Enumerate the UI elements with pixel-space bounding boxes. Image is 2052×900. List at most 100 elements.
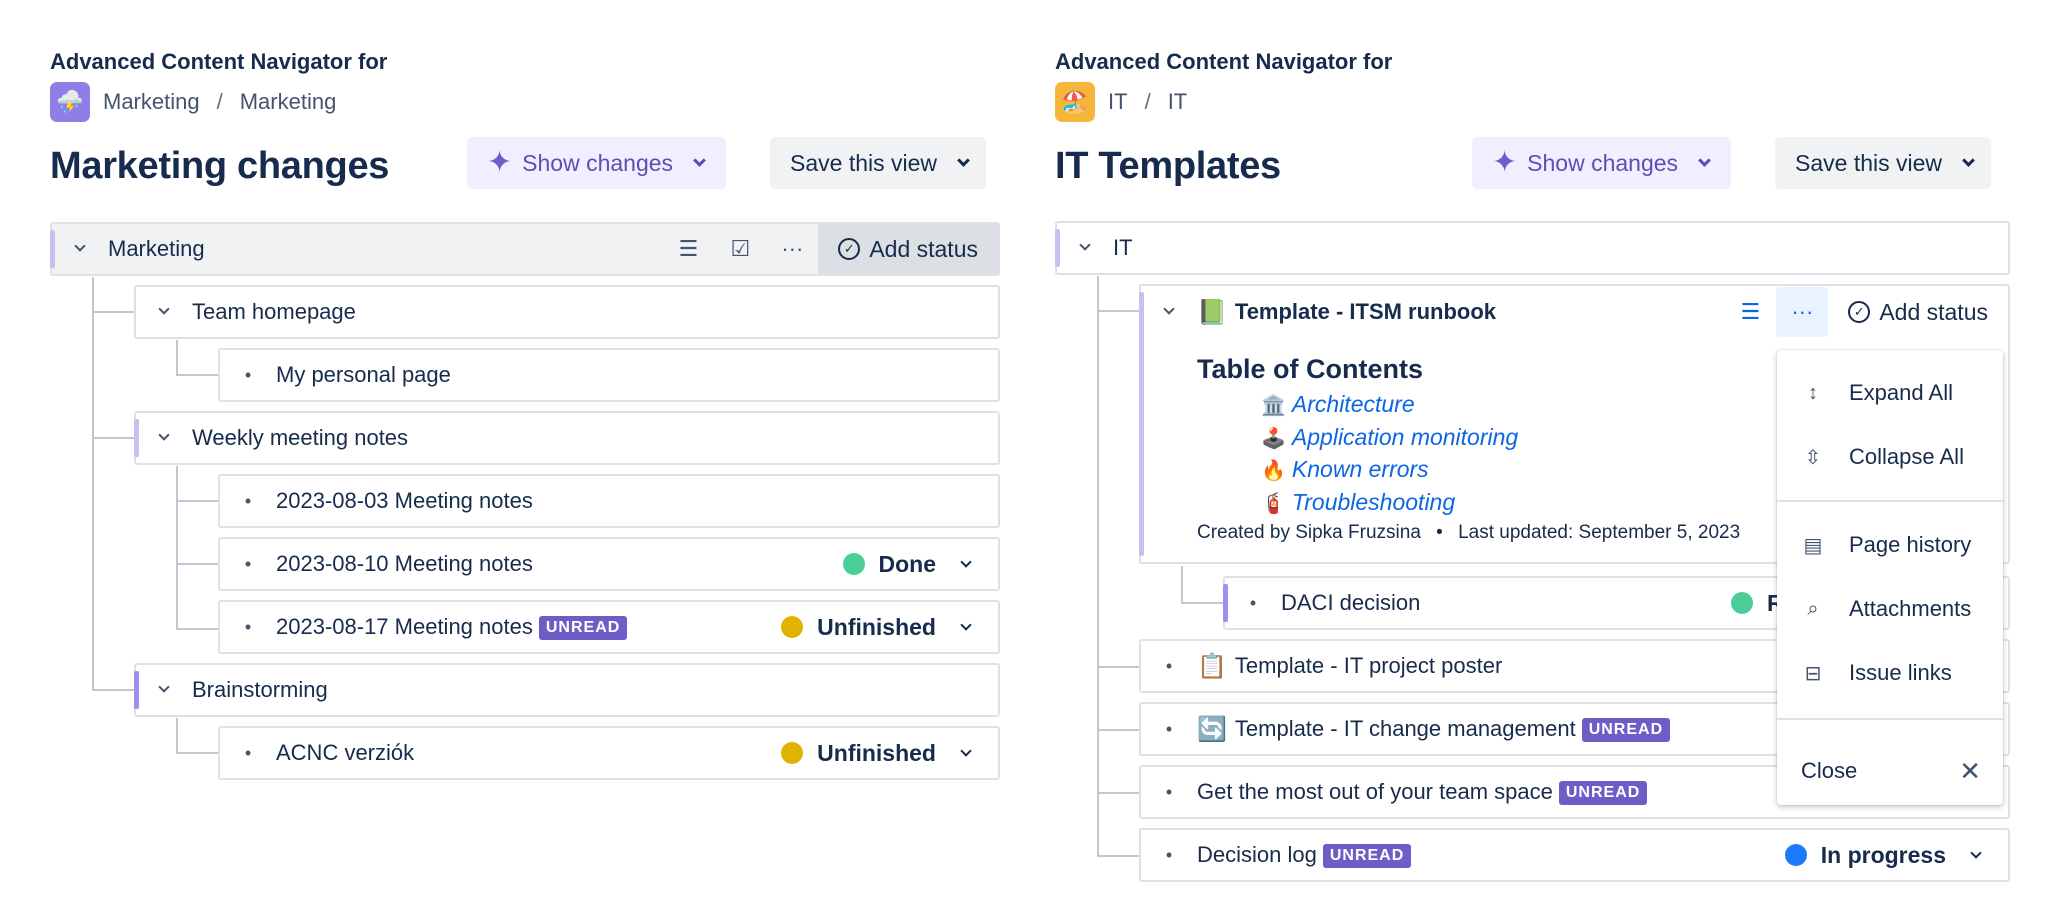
close-label: Close — [1801, 758, 1858, 783]
expand-all-icon: ↕ — [1808, 381, 1818, 404]
row-label[interactable]: Marketing — [108, 236, 205, 262]
add-status-label: Add status — [1879, 298, 1988, 325]
row-toolbar: ☰ ··· ✓ Add status — [1724, 286, 2008, 338]
breadcrumb-page[interactable]: Marketing — [240, 89, 337, 115]
add-status-button[interactable]: ✓ Add status — [1828, 287, 2008, 337]
save-view-button[interactable]: Save this view — [770, 137, 987, 189]
row-label[interactable]: Brainstorming — [192, 677, 328, 703]
more-icon[interactable]: ··· — [766, 224, 818, 274]
joystick-icon: 🕹️ — [1261, 428, 1286, 450]
status-dropdown[interactable]: R — [1731, 590, 1784, 617]
menu-divider — [1777, 718, 2003, 720]
menu-close-button[interactable]: Close ✕ — [1777, 744, 2003, 798]
status-label: Unfinished — [817, 613, 936, 640]
bullet-icon: • — [1165, 655, 1173, 676]
toc-link[interactable]: 🔥 Known errors — [1261, 456, 1429, 483]
row-label[interactable]: Decision log UNREAD — [1197, 842, 1412, 868]
tree-row[interactable]: • My personal page — [218, 348, 1000, 402]
row-label[interactable]: Team homepage — [192, 299, 356, 325]
breadcrumb-space[interactable]: Marketing — [103, 89, 200, 115]
status-dot — [1784, 844, 1807, 866]
attachment-icon: ⌕ — [1807, 597, 1819, 620]
row-label[interactable]: DACI decision — [1281, 590, 1420, 616]
show-changes-button[interactable]: ✦ Show changes — [467, 137, 727, 189]
expanded-row-header[interactable]: 📗 Template - ITSM runbook — [1141, 286, 1496, 338]
bullet-icon: • — [1249, 592, 1257, 613]
checkbox-icon[interactable]: ☑ — [714, 224, 766, 274]
tree-line — [176, 628, 218, 630]
list-icon[interactable]: ☰ — [662, 224, 714, 274]
status-dropdown[interactable]: In progress — [1784, 842, 1982, 869]
tree-line — [176, 563, 218, 565]
green-book-icon: 📗 — [1197, 298, 1227, 326]
check-circle-icon: ✓ — [838, 238, 861, 260]
chevron-down-icon — [1962, 153, 1975, 167]
row-label[interactable]: 2023-08-10 Meeting notes — [276, 551, 533, 577]
toc-link-label: Architecture — [1291, 391, 1415, 417]
status-dropdown[interactable]: Done — [842, 551, 972, 578]
status-dropdown[interactable]: Unfinished — [781, 740, 972, 767]
row-label[interactable]: ACNC verziók — [276, 740, 414, 766]
tree-root-marketing[interactable]: Marketing ☰ ☑ ··· ✓ Add status — [50, 222, 1000, 276]
show-changes-button[interactable]: ✦ Show changes — [1472, 137, 1732, 189]
toc-title: Table of Contents — [1197, 354, 1423, 384]
unread-badge: UNREAD — [1558, 781, 1648, 805]
bullet-icon: • — [244, 364, 252, 385]
menu-item-issue-links[interactable]: ⊟ Issue links — [1777, 646, 2003, 700]
save-view-label: Save this view — [790, 149, 938, 176]
page-meta: Created by Sipka Fruzsina • Last updated… — [1197, 522, 1740, 544]
space-icon[interactable]: ⛈️ — [50, 82, 90, 122]
tree-row[interactable]: • 2023-08-17 Meeting notes UNREAD Unfinis… — [218, 600, 1000, 654]
row-label[interactable]: 2023-08-03 Meeting notes — [276, 488, 533, 514]
save-view-button[interactable]: Save this view — [1775, 137, 1992, 189]
page-title: IT Templates — [1055, 145, 1281, 187]
row-label[interactable]: Weekly meeting notes — [192, 425, 408, 451]
tree-row[interactable]: Team homepage — [134, 285, 1000, 339]
breadcrumb: 🏖️ IT / IT — [1055, 82, 1187, 122]
tree-root-it[interactable]: IT — [1055, 221, 2010, 275]
row-label[interactable]: IT — [1113, 235, 1133, 261]
chevron-down-icon[interactable] — [136, 429, 192, 441]
status-dropdown[interactable]: Unfinished — [781, 613, 972, 641]
list-icon[interactable]: ☰ — [1724, 287, 1776, 337]
tree-row[interactable]: Weekly meeting notes — [134, 411, 1000, 465]
navigator-title: Advanced Content Navigator for — [1055, 49, 1393, 74]
toc-link[interactable]: 🧯 Troubleshooting — [1261, 489, 1455, 516]
tree-line — [92, 689, 134, 691]
close-icon[interactable]: ✕ — [1959, 756, 1981, 787]
toc-link-label: Troubleshooting — [1291, 489, 1456, 515]
status-dot — [842, 553, 865, 575]
more-icon[interactable]: ··· — [1776, 287, 1829, 337]
row-label[interactable]: 2023-08-17 Meeting notes UNREAD — [276, 614, 628, 640]
row-label[interactable]: Get the most out of your team space UNREA… — [1197, 779, 1648, 805]
toc-link[interactable]: 🏛️ Architecture — [1261, 391, 1415, 418]
row-label[interactable]: Template - IT change management UNREAD — [1235, 716, 1671, 742]
space-icon[interactable]: 🏖️ — [1055, 82, 1095, 122]
menu-item-expand-all[interactable]: ↕ Expand All — [1777, 366, 2003, 420]
tree-row[interactable]: • 2023-08-10 Meeting notes Done — [218, 537, 1000, 591]
tree-row[interactable]: • ACNC verziók Unfinished — [218, 726, 1000, 780]
add-status-button[interactable]: ✓ Add status — [818, 224, 998, 274]
breadcrumb-page[interactable]: IT — [1168, 89, 1188, 115]
chevron-down-icon[interactable] — [136, 681, 192, 693]
row-label-text: Decision log — [1197, 842, 1317, 867]
menu-item-attachments[interactable]: ⌕ Attachments — [1777, 582, 2003, 636]
chevron-down-icon[interactable] — [1141, 303, 1197, 315]
menu-item-collapse-all[interactable]: ⇳ Collapse All — [1777, 430, 2003, 484]
tree-row[interactable]: • Decision log UNREAD In progress — [1139, 828, 2010, 882]
menu-item-label: Expand All — [1849, 380, 1953, 405]
tree-row[interactable]: • 2023-08-03 Meeting notes — [218, 474, 1000, 528]
tree-line — [176, 340, 178, 376]
chevron-down-icon[interactable] — [1057, 239, 1113, 251]
refresh-icon: 🔄 — [1197, 715, 1227, 743]
row-label[interactable]: Template - IT project poster — [1235, 653, 1502, 679]
row-label[interactable]: Template - ITSM runbook — [1235, 299, 1496, 325]
menu-item-page-history[interactable]: ▤ Page history — [1777, 518, 2003, 572]
toc-link[interactable]: 🕹️ Application monitoring — [1261, 424, 1518, 451]
chevron-down-icon[interactable] — [52, 240, 108, 252]
tree-row[interactable]: Brainstorming — [134, 663, 1000, 717]
row-label[interactable]: My personal page — [276, 362, 451, 388]
tree-line — [1097, 792, 1139, 794]
chevron-down-icon[interactable] — [136, 303, 192, 315]
breadcrumb-space[interactable]: IT — [1108, 89, 1128, 115]
